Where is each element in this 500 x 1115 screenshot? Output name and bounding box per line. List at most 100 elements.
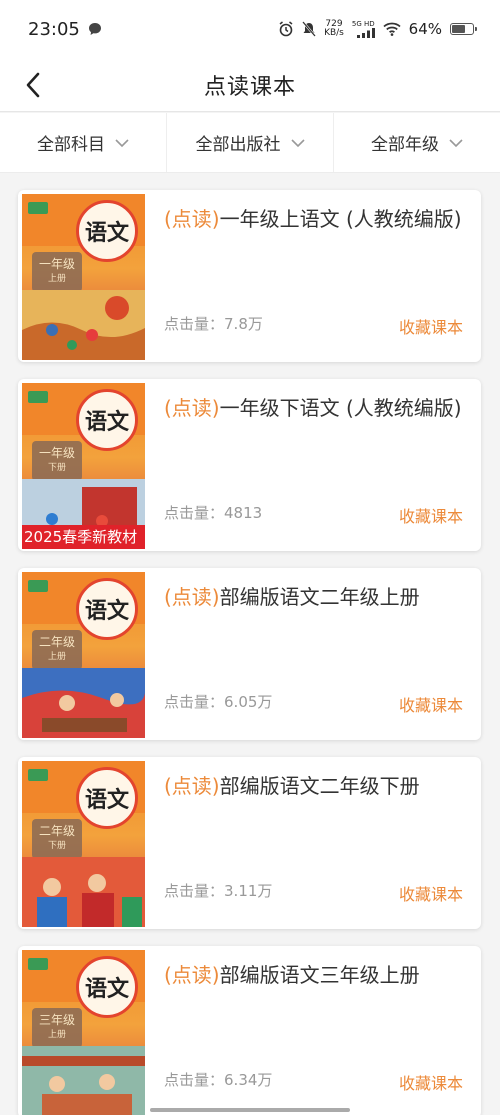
book-title-text: 部编版语文三年级上册: [219, 963, 420, 987]
collect-button[interactable]: 收藏课本: [399, 692, 463, 716]
cover-illustration: [22, 290, 145, 360]
filter-publisher-label: 全部出版社: [195, 135, 281, 155]
book-card[interactable]: 语文 一年级 上册 (点读)一年级上语文 (人教统编版) 点击量：7.8万 收藏…: [18, 190, 481, 362]
book-card[interactable]: 语文 二年级 下册 (点读)部编版语文二年级下册 点击量：3.11万 收藏课本: [18, 757, 481, 929]
cover-term-text: 上册: [47, 1030, 66, 1040]
filter-bar: 全部科目 全部出版社 全部年级: [0, 113, 500, 173]
book-cover[interactable]: 语文 一年级 下册 2025春季新教材: [22, 383, 145, 549]
cover-term-text: 上册: [47, 652, 66, 662]
cover-term-text: 下册: [47, 841, 66, 851]
click-count-label: 点击量：: [164, 1071, 225, 1089]
nav-bar: 点读课本: [0, 58, 500, 112]
click-count: 点击量：6.34万: [164, 1069, 272, 1090]
cover-grade-text: 二年级: [38, 635, 75, 649]
book-tag: (点读): [164, 207, 220, 231]
book-card[interactable]: 语文 二年级 上册 (点读)部编版语文二年级上册 点击量：6.05万 收藏课本: [18, 568, 481, 740]
book-cover[interactable]: 语文 一年级 上册: [22, 194, 145, 360]
click-count-label: 点击量：: [164, 504, 225, 522]
page-title: 点读课本: [203, 74, 296, 100]
filter-publisher[interactable]: 全部出版社: [167, 113, 334, 172]
click-count-value: 6.05万: [224, 693, 273, 711]
book-title[interactable]: (点读)一年级下语文 (人教统编版): [164, 393, 467, 424]
collect-button[interactable]: 收藏课本: [399, 503, 463, 527]
collect-button[interactable]: 收藏课本: [399, 881, 463, 905]
book-list: 语文 一年级 上册 (点读)一年级上语文 (人教统编版) 点击量：7.8万 收藏…: [18, 190, 481, 1115]
publisher-logo: [28, 202, 48, 214]
book-info: (点读)一年级上语文 (人教统编版) 点击量：7.8万 收藏课本: [164, 204, 467, 350]
book-title[interactable]: (点读)部编版语文二年级下册: [164, 771, 467, 802]
book-cover[interactable]: 语文 二年级 上册: [22, 572, 145, 738]
chevron-down-icon: [290, 138, 305, 147]
battery-level: [452, 25, 465, 33]
filter-grade[interactable]: 全部年级: [334, 113, 500, 172]
publisher-logo: [28, 580, 48, 592]
book-cover[interactable]: 语文 三年级 上册: [22, 950, 145, 1115]
cover-grade-text: 三年级: [38, 1013, 75, 1027]
publisher-logo: [28, 391, 48, 403]
book-card[interactable]: 语文 一年级 下册 2025春季新教材 (点读)一年级下语文 (人教统编版) 点…: [18, 379, 481, 551]
collect-button[interactable]: 收藏课本: [399, 1070, 463, 1094]
cover-grade: 三年级 上册: [32, 1008, 82, 1048]
click-count-value: 6.34万: [224, 1071, 273, 1089]
book-title-text: 一年级上语文 (人教统编版): [219, 207, 462, 231]
cover-grade-text: 一年级: [38, 446, 75, 460]
alarm-icon: [279, 21, 293, 37]
cover-grade: 二年级 上册: [32, 630, 82, 670]
cover-grade: 二年级 下册: [32, 819, 82, 859]
cover-seal: 语文: [76, 200, 138, 262]
click-count-label: 点击量：: [164, 315, 225, 333]
cover-seal: 语文: [76, 389, 138, 451]
click-count-value: 7.8万: [224, 315, 263, 333]
filter-grade-label: 全部年级: [371, 135, 439, 155]
cover-grade-text: 二年级: [38, 824, 75, 838]
book-title[interactable]: (点读)一年级上语文 (人教统编版): [164, 204, 467, 235]
home-indicator[interactable]: [150, 1108, 350, 1112]
book-cover[interactable]: 语文 二年级 下册: [22, 761, 145, 927]
cover-illustration: [22, 857, 145, 927]
cover-banner: 2025春季新教材: [22, 525, 145, 549]
publisher-logo: [28, 958, 48, 970]
chevron-down-icon: [449, 138, 463, 147]
click-count: 点击量：7.8万: [164, 313, 263, 334]
net-speed-unit: KB/s: [324, 28, 344, 38]
book-info: (点读)部编版语文二年级下册 点击量：3.11万 收藏课本: [164, 771, 467, 917]
book-title[interactable]: (点读)部编版语文二年级上册: [164, 582, 467, 613]
cover-illustration: [22, 668, 145, 738]
book-card[interactable]: 语文 三年级 上册 (点读)部编版语文三年级上册 点击量：6.34万 收藏课本: [18, 946, 481, 1115]
book-tag: (点读): [164, 963, 220, 987]
cover-term-text: 下册: [47, 463, 66, 473]
status-bar: 23:05 729 KB/s 5G HD 64%: [0, 0, 500, 58]
filter-subject[interactable]: 全部科目: [0, 113, 167, 172]
cover-grade: 一年级 下册: [32, 441, 82, 481]
book-title-text: 部编版语文二年级下册: [219, 774, 420, 798]
signal-bars-icon: [356, 27, 375, 38]
book-tag: (点读): [164, 396, 220, 420]
book-tag: (点读): [164, 585, 220, 609]
battery-percent: 64%: [408, 20, 442, 38]
book-title-text: 一年级下语文 (人教统编版): [219, 396, 462, 420]
book-title[interactable]: (点读)部编版语文三年级上册: [164, 960, 467, 991]
mute-bell-icon: [302, 21, 316, 37]
click-count: 点击量：3.11万: [164, 880, 272, 901]
click-count-label: 点击量：: [164, 882, 225, 900]
cover-term-text: 上册: [47, 274, 66, 284]
cover-grade: 一年级 上册: [32, 252, 82, 292]
wifi-icon: [383, 22, 401, 36]
cell-signal: 5G HD: [352, 20, 375, 38]
chevron-down-icon: [115, 138, 129, 147]
cover-illustration: [22, 1046, 145, 1115]
status-time: 23:05: [28, 18, 80, 40]
click-count: 点击量：4813: [164, 502, 262, 523]
collect-button[interactable]: 收藏课本: [399, 314, 463, 338]
book-info: (点读)部编版语文二年级上册 点击量：6.05万 收藏课本: [164, 582, 467, 728]
cover-grade-text: 一年级: [38, 257, 75, 271]
click-count-label: 点击量：: [164, 693, 225, 711]
book-tag: (点读): [164, 774, 220, 798]
book-info: (点读)部编版语文三年级上册 点击量：6.34万 收藏课本: [164, 960, 467, 1106]
click-count-value: 4813: [224, 504, 263, 522]
cover-seal: 语文: [76, 956, 138, 1018]
book-title-text: 部编版语文二年级上册: [219, 585, 420, 609]
click-count-value: 3.11万: [224, 882, 273, 900]
back-button[interactable]: [18, 68, 48, 102]
net-speed: 729 KB/s: [324, 20, 344, 38]
